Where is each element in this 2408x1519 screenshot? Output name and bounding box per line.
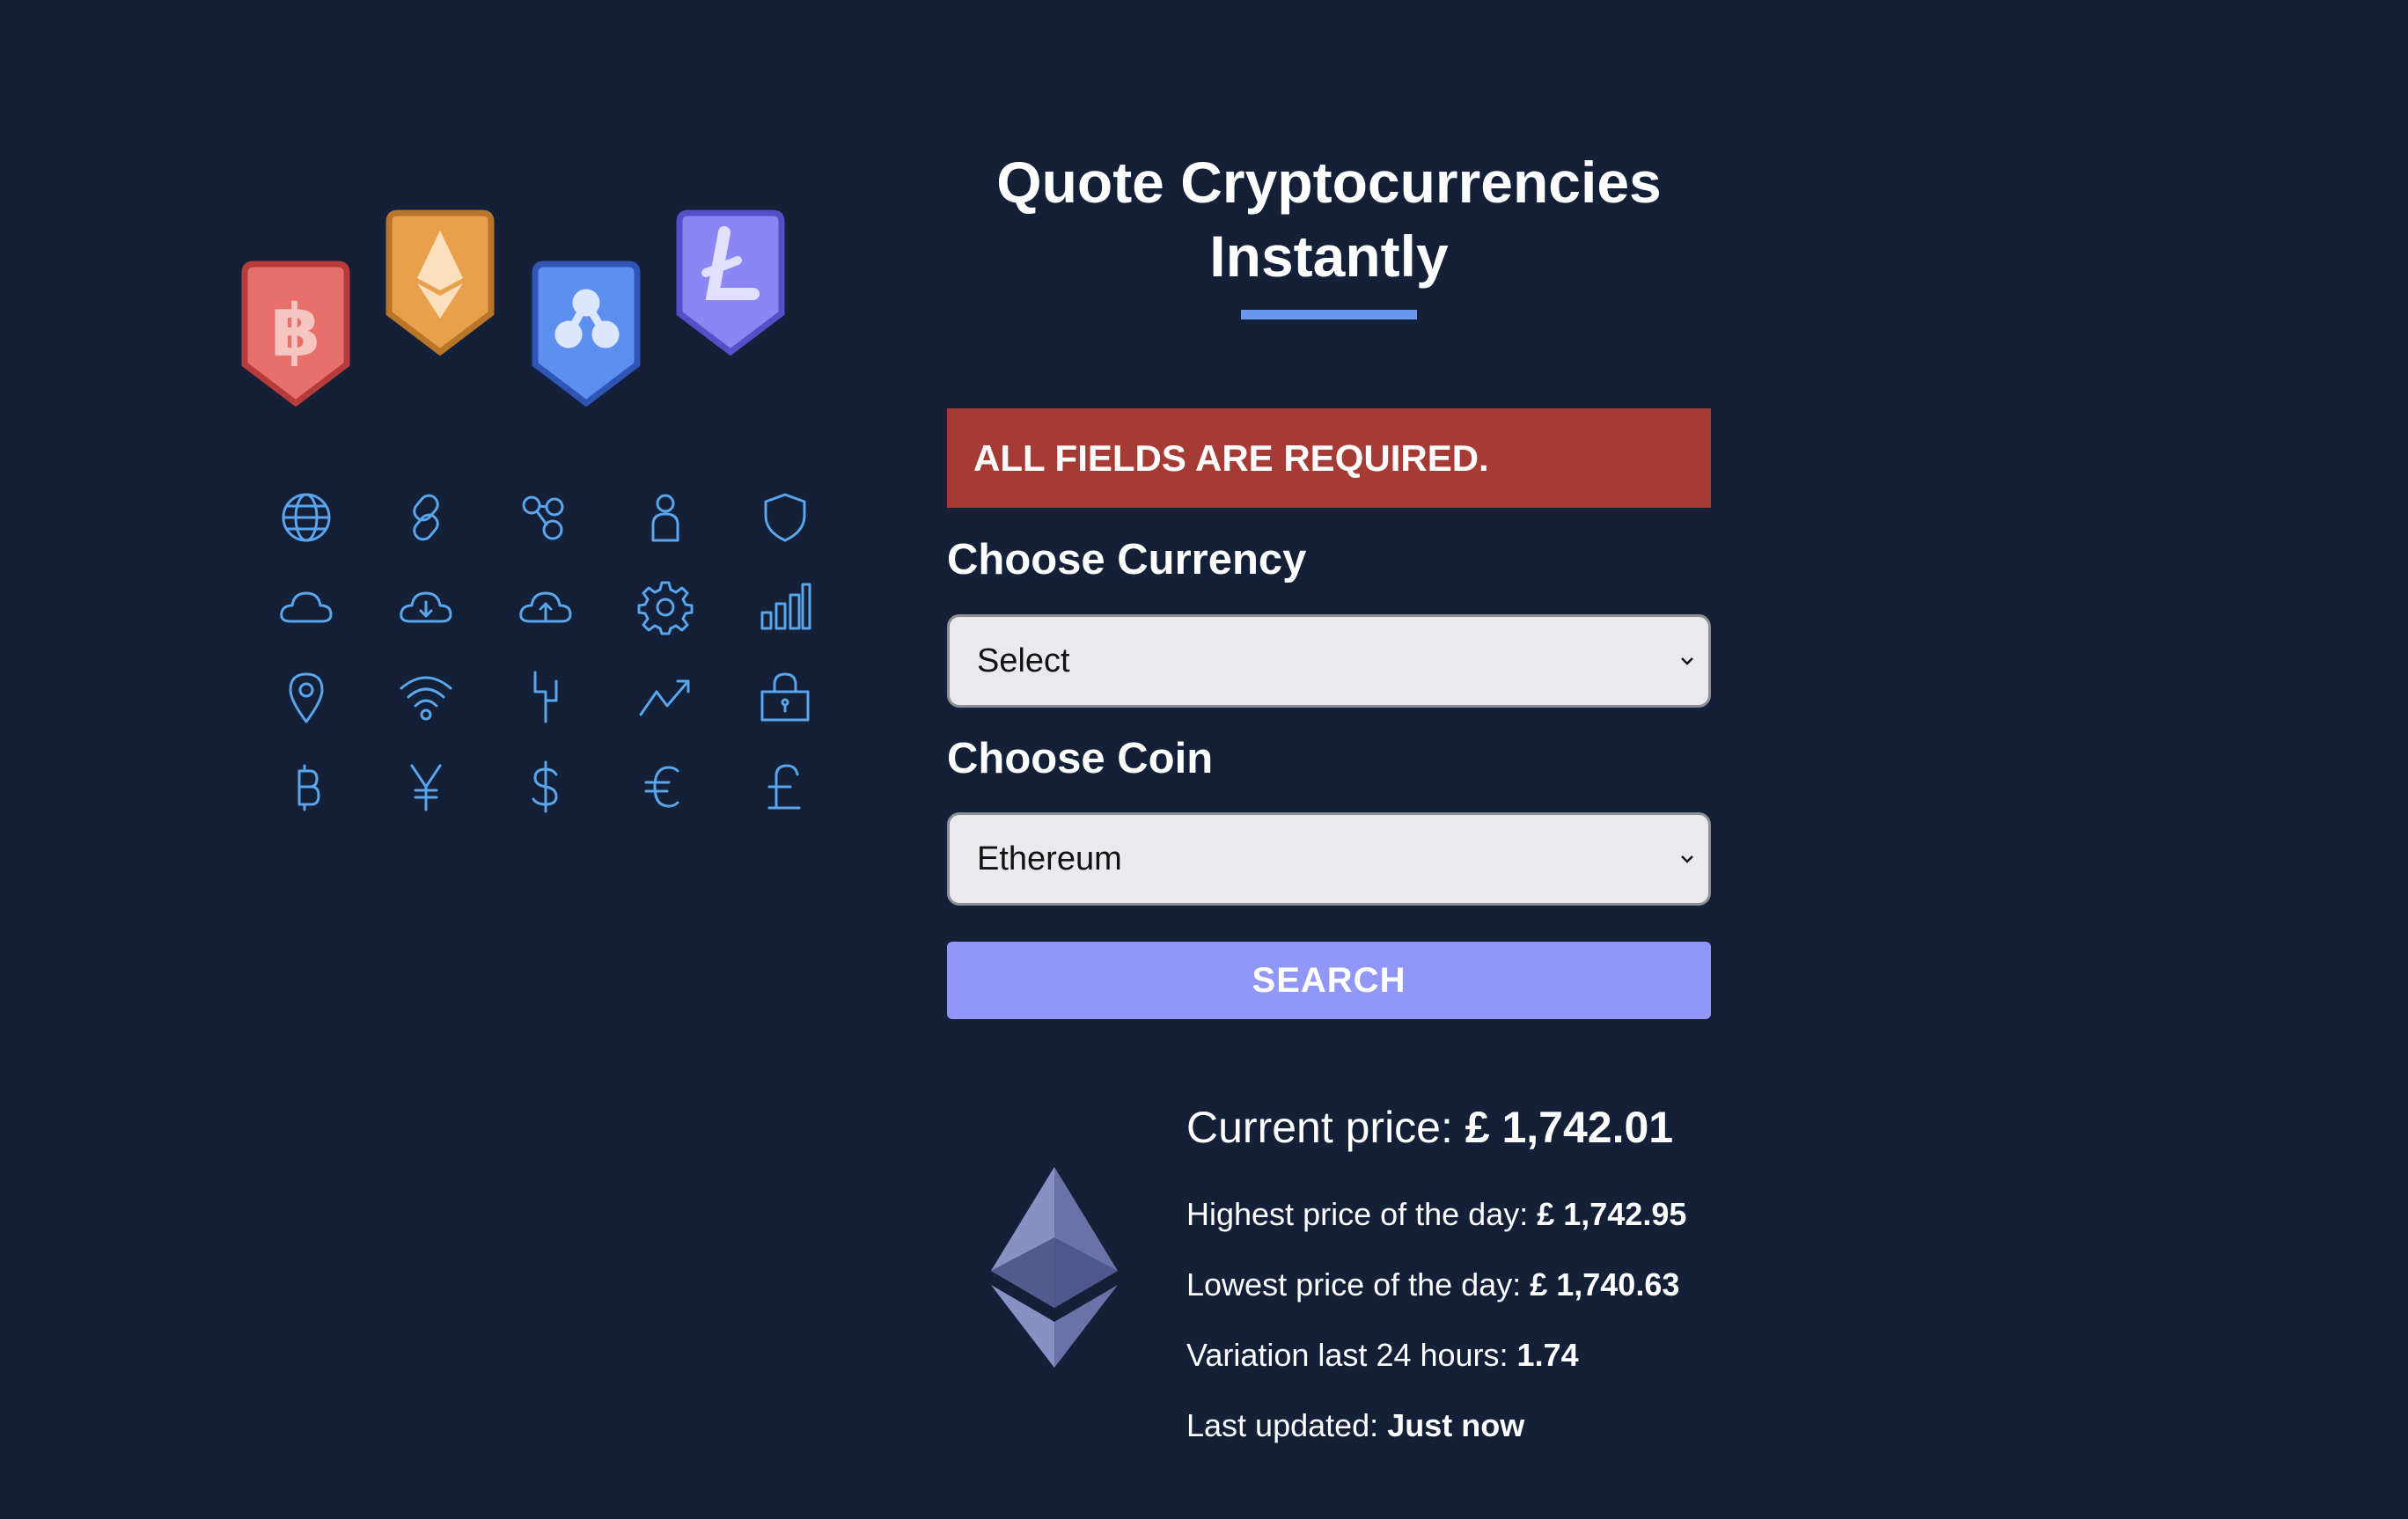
cloud-icon [246, 574, 366, 641]
ripple-badge-icon [532, 261, 641, 407]
shield-icon [725, 484, 845, 551]
bitcoin-badge-icon: ฿ [241, 261, 350, 407]
wifi-icon [366, 664, 486, 730]
current-price: Current price: £ 1,742.01 [1186, 1091, 1686, 1163]
highest-price: Highest price of the day: £ 1,742.95 [1186, 1179, 1686, 1250]
lock-icon [725, 664, 845, 730]
currency-label: Choose Currency [947, 536, 1307, 583]
bitcoin-symbol-icon [246, 753, 366, 820]
price-details: Current price: £ 1,742.01 Highest price … [1186, 1091, 1686, 1461]
cloud-upload-icon [486, 574, 606, 641]
search-button[interactable]: SEARCH [947, 942, 1711, 1019]
lowest-price: Lowest price of the day: £ 1,740.63 [1186, 1250, 1686, 1320]
variation-value: 1.74 [1516, 1337, 1579, 1373]
cloud-download-icon [366, 574, 486, 641]
dollar-icon [486, 753, 606, 820]
link-icon [366, 484, 486, 551]
chevron-down-icon [1681, 855, 1693, 863]
variation: Variation last 24 hours: 1.74 [1186, 1320, 1686, 1391]
lowest-price-label: Lowest price of the day: [1186, 1266, 1531, 1303]
coin-label: Choose Coin [947, 735, 1214, 782]
gear-icon [606, 574, 725, 641]
user-icon [606, 484, 725, 551]
trend-up-icon [606, 664, 725, 730]
icon-grid [246, 484, 811, 820]
quote-result: Current price: £ 1,742.01 Highest price … [947, 1091, 1827, 1479]
last-updated: Last updated: Just now [1186, 1391, 1686, 1461]
crypto-illustration: ฿ [238, 202, 801, 414]
lowest-price-value: £ 1,740.63 [1530, 1266, 1680, 1303]
title-underline [1241, 310, 1417, 319]
bar-chart-icon [725, 574, 845, 641]
globe-icon [246, 484, 366, 551]
error-alert: ALL FIELDS ARE REQUIRED. [947, 408, 1711, 508]
page-title: Quote Cryptocurrencies Instantly [996, 150, 1662, 289]
last-updated-value: Just now [1387, 1407, 1525, 1443]
ethereum-logo-icon [991, 1167, 1118, 1368]
variation-label: Variation last 24 hours: [1186, 1337, 1517, 1373]
current-price-value: £ 1,742.01 [1465, 1103, 1674, 1152]
euro-icon [606, 753, 725, 820]
svg-text:฿: ฿ [270, 290, 320, 373]
currency-select-value: Select [977, 642, 1070, 679]
fork-icon [486, 664, 606, 730]
ethereum-badge-icon [385, 209, 495, 356]
yen-icon [366, 753, 486, 820]
pound-icon [725, 753, 845, 820]
last-updated-label: Last updated: [1186, 1407, 1388, 1443]
network-icon [486, 484, 606, 551]
highest-price-label: Highest price of the day: [1186, 1196, 1538, 1232]
current-price-label: Current price: [1186, 1103, 1465, 1152]
chevron-down-icon [1681, 657, 1693, 665]
currency-select[interactable]: Select [947, 614, 1711, 708]
location-pin-icon [246, 664, 366, 730]
highest-price-value: £ 1,742.95 [1537, 1196, 1687, 1232]
coin-select-value: Ethereum [977, 840, 1122, 877]
coin-badges: ฿ [238, 202, 801, 414]
coin-select[interactable]: Ethereum [947, 812, 1711, 906]
litecoin-badge-icon [676, 209, 785, 356]
